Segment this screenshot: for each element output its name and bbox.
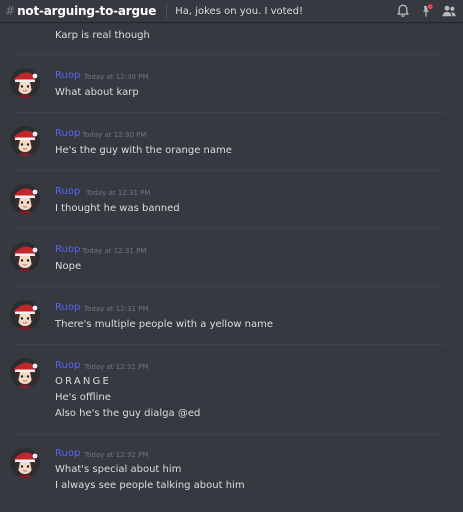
message-timestamp: Today at 12:30 PM	[84, 73, 149, 81]
header-toolbar	[395, 3, 457, 19]
message-separator	[12, 228, 445, 229]
members-icon[interactable]	[441, 3, 457, 19]
message-timestamp: Today at 12:30 PM	[82, 131, 147, 139]
message-timestamp: Today at 12:32 PM	[84, 451, 149, 459]
message-timestamp: Today at 12:31 PM	[84, 305, 149, 313]
channel-name[interactable]: not-arguing-to-argue	[17, 4, 156, 18]
avatar[interactable]	[10, 126, 40, 156]
message-text[interactable]: I always see people talking about him	[55, 480, 245, 491]
message-separator	[12, 344, 445, 345]
message-text[interactable]: What's special about him	[55, 464, 181, 475]
avatar[interactable]	[10, 448, 40, 478]
message-text[interactable]: He's offline	[55, 392, 111, 403]
message-text[interactable]: What about karp	[55, 87, 139, 98]
pinned-icon[interactable]	[418, 3, 434, 19]
message-username[interactable]: Ruop	[55, 360, 80, 371]
message-separator	[12, 286, 445, 287]
message-separator	[12, 434, 445, 435]
message-separator	[12, 170, 445, 171]
message-text[interactable]: Nope	[55, 261, 81, 272]
message-separator	[12, 112, 445, 113]
avatar[interactable]	[10, 184, 40, 214]
message-username[interactable]: Ruop	[55, 244, 80, 255]
channel-hash-icon: #	[5, 4, 16, 18]
bell-icon[interactable]	[395, 3, 411, 19]
message-timestamp: Today at 12:31 PM	[82, 247, 147, 255]
message-text[interactable]: Also he's the guy dialga @ed	[55, 408, 200, 419]
channel-header: # not-arguing-to-argue Ha, jokes on you.…	[0, 0, 463, 22]
message-text[interactable]: ORANGE	[55, 376, 111, 387]
message-text[interactable]: He's the guy with the orange name	[55, 145, 232, 156]
message-separator	[12, 54, 445, 55]
message-username[interactable]: Ruop	[55, 70, 80, 81]
header-divider	[166, 4, 168, 18]
message-username[interactable]: Ruop	[55, 128, 80, 139]
message-text[interactable]: There's multiple people with a yellow na…	[55, 319, 273, 330]
channel-topic[interactable]: Ha, jokes on you. I voted!	[175, 6, 303, 17]
avatar[interactable]	[10, 242, 40, 272]
avatar[interactable]	[10, 68, 40, 98]
message-text[interactable]: I thought he was banned	[55, 203, 180, 214]
message-timestamp: Today at 12:31 PM	[86, 189, 151, 197]
message-list: Karp is real though Ruop Today at 12:30 …	[0, 22, 463, 512]
avatar[interactable]	[10, 358, 40, 388]
message-text[interactable]: Karp is real though	[55, 30, 150, 41]
message-username[interactable]: Ruop	[55, 302, 80, 313]
message-timestamp: Today at 12:31 PM	[84, 363, 149, 371]
avatar[interactable]	[10, 300, 40, 330]
message-username[interactable]: Ruop	[55, 186, 80, 197]
message-username[interactable]: Ruop	[55, 448, 80, 459]
